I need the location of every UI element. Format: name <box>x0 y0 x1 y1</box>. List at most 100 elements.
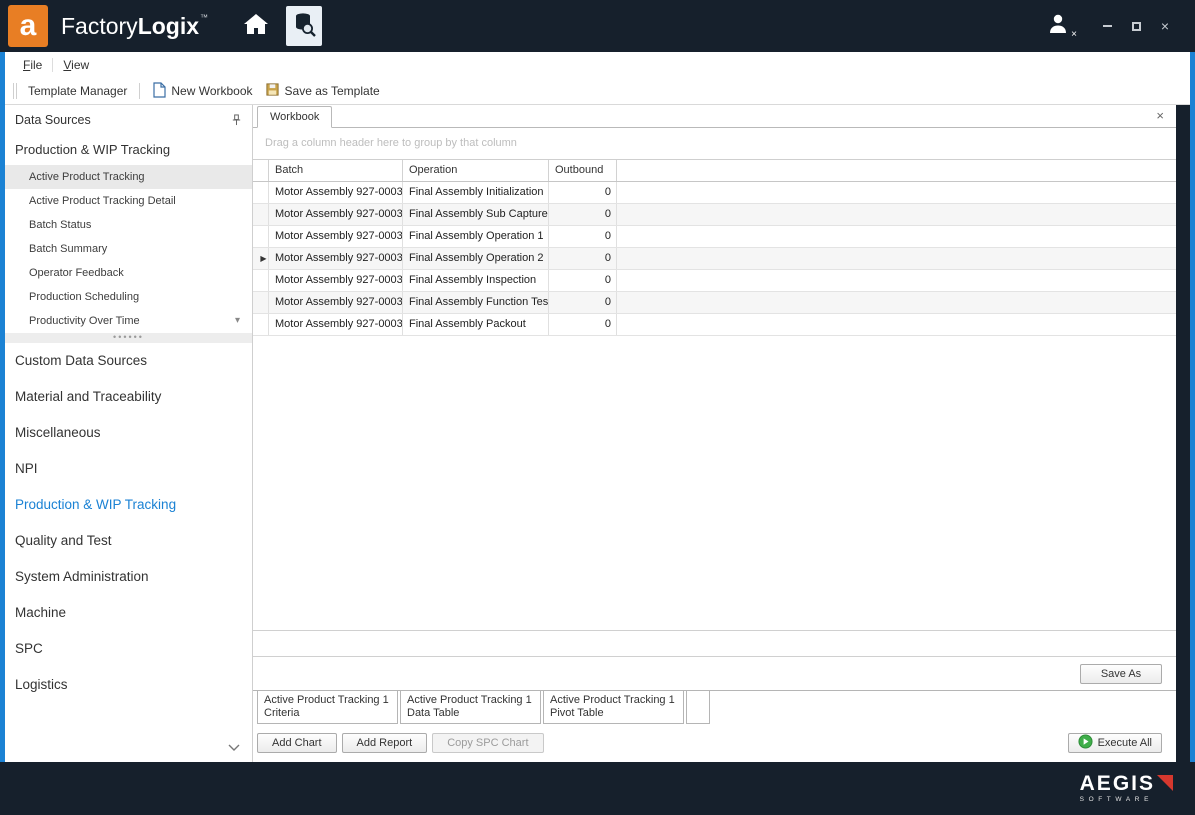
execute-all-button[interactable]: Execute All <box>1068 733 1162 753</box>
titlebar: a FactoryLogix™ × <box>0 0 1195 52</box>
category-material-traceability[interactable]: Material and Traceability <box>5 379 252 415</box>
cell-operation: Final Assembly Inspection <box>403 270 549 291</box>
add-report-button[interactable]: Add Report <box>342 733 428 753</box>
minimize-icon <box>1103 25 1112 27</box>
add-chart-button[interactable]: Add Chart <box>257 733 337 753</box>
tree-item-label: Batch Summary <box>29 243 107 255</box>
toolbar-separator <box>139 83 140 99</box>
new-workbook-label: New Workbook <box>171 84 252 98</box>
table-row[interactable]: Motor Assembly 927-0003 Final Assembly I… <box>253 270 1176 292</box>
tab-stub[interactable] <box>686 691 710 724</box>
aegis-logo: AEGIS SOFTWARE <box>1080 774 1173 803</box>
column-header-outbound[interactable]: Outbound <box>549 160 617 181</box>
table-row[interactable]: Motor Assembly 927-0003 Final Assembly P… <box>253 314 1176 336</box>
menubar: File View <box>5 52 1190 78</box>
row-indicator-header <box>253 160 269 181</box>
category-miscellaneous[interactable]: Miscellaneous <box>5 415 252 451</box>
app-window: a FactoryLogix™ × <box>0 0 1195 815</box>
category-spc[interactable]: SPC <box>5 631 252 667</box>
cell-outbound: 0 <box>549 292 617 313</box>
tab-workbook[interactable]: Workbook <box>257 106 332 128</box>
cell-operation: Final Assembly Operation 1 <box>403 226 549 247</box>
category-system-administration[interactable]: System Administration <box>5 559 252 595</box>
tree-item-production-scheduling[interactable]: Production Scheduling <box>5 285 252 309</box>
tab-criteria-line1: Active Product Tracking 1 <box>264 694 391 707</box>
maximize-icon <box>1132 22 1141 31</box>
new-workbook-button[interactable]: New Workbook <box>146 80 258 103</box>
save-as-template-button[interactable]: Save as Template <box>259 80 386 102</box>
table-row[interactable]: Motor Assembly 927-0003 Final Assembly S… <box>253 204 1176 226</box>
grid-empty-area <box>253 336 1176 630</box>
cell-outbound: 0 <box>549 204 617 225</box>
aegis-arrow-icon <box>1157 775 1173 791</box>
tree-item-label: Productivity Over Time <box>29 315 140 327</box>
menu-file[interactable]: File <box>17 56 48 74</box>
column-header-batch[interactable]: Batch <box>269 160 403 181</box>
tree-item-active-product-tracking-detail[interactable]: Active Product Tracking Detail <box>5 189 252 213</box>
tab-data-table[interactable]: Active Product Tracking 1 Data Table <box>400 691 541 724</box>
row-indicator-cell <box>253 182 269 203</box>
cell-batch: Motor Assembly 927-0003 <box>269 314 403 335</box>
save-as-template-label: Save as Template <box>285 84 380 98</box>
row-indicator-cell <box>253 270 269 291</box>
tree-item-label: Batch Status <box>29 219 91 231</box>
user-icon <box>1047 12 1071 41</box>
menu-view[interactable]: View <box>57 56 95 74</box>
new-workbook-icon <box>152 82 166 101</box>
category-npi[interactable]: NPI <box>5 451 252 487</box>
table-row[interactable]: Motor Assembly 927-0003 Final Assembly I… <box>253 182 1176 204</box>
cell-batch: Motor Assembly 927-0003 <box>269 204 403 225</box>
tree-item-operator-feedback[interactable]: Operator Feedback <box>5 261 252 285</box>
cell-operation: Final Assembly Initialization <box>403 182 549 203</box>
row-indicator-cell: ▶ <box>253 248 269 269</box>
window-controls: × <box>1101 20 1171 32</box>
brand-part2: Logix <box>138 13 199 39</box>
table-row[interactable]: Motor Assembly 927-0003 Final Assembly F… <box>253 292 1176 314</box>
category-machine[interactable]: Machine <box>5 595 252 631</box>
pin-icon[interactable] <box>231 114 242 126</box>
close-window-button[interactable]: × <box>1159 20 1171 32</box>
tree-item-productivity-over-time[interactable]: Productivity Over Time ▾ <box>5 309 252 333</box>
tree-item-label: Production Scheduling <box>29 291 139 303</box>
tab-criteria[interactable]: Active Product Tracking 1 Criteria <box>257 691 398 724</box>
tree-item-active-product-tracking[interactable]: Active Product Tracking <box>5 165 252 189</box>
save-as-row: Save As <box>253 657 1176 690</box>
template-manager-label: Template Manager <box>28 84 127 98</box>
data-explorer-button[interactable] <box>286 6 322 46</box>
workbook-tabstrip: Workbook × <box>253 105 1176 128</box>
tree-item-label: Active Product Tracking Detail <box>29 195 176 207</box>
footer-bar: AEGIS SOFTWARE <box>0 762 1195 815</box>
category-production-wip-tracking[interactable]: Production & WIP Tracking <box>5 487 252 523</box>
toolbar-grip <box>13 83 17 99</box>
home-button[interactable] <box>238 8 274 44</box>
grid-header: Batch Operation Outbound <box>253 160 1176 182</box>
app-logo: a <box>8 5 48 47</box>
chevron-down-icon[interactable]: ▾ <box>235 309 240 333</box>
cell-batch: Motor Assembly 927-0003 <box>269 270 403 291</box>
cell-outbound: 0 <box>549 270 617 291</box>
logout-user-button[interactable]: × <box>1043 11 1075 41</box>
template-manager-button[interactable]: Template Manager <box>22 82 133 100</box>
maximize-button[interactable] <box>1130 20 1142 32</box>
row-indicator-cell <box>253 226 269 247</box>
category-custom-data-sources[interactable]: Custom Data Sources <box>5 343 252 379</box>
data-sources-title: Data Sources <box>15 113 91 127</box>
category-logistics[interactable]: Logistics <box>5 667 252 703</box>
table-row-selected[interactable]: ▶ Motor Assembly 927-0003 Final Assembly… <box>253 248 1176 270</box>
tab-pivot-table[interactable]: Active Product Tracking 1 Pivot Table <box>543 691 684 724</box>
tree-item-batch-summary[interactable]: Batch Summary <box>5 237 252 261</box>
minimize-button[interactable] <box>1101 20 1113 32</box>
close-workbook-icon[interactable]: × <box>1156 109 1164 122</box>
tree-item-batch-status[interactable]: Batch Status <box>5 213 252 237</box>
row-indicator-cell <box>253 292 269 313</box>
category-quality-and-test[interactable]: Quality and Test <box>5 523 252 559</box>
tree-section-production-wip[interactable]: Production & WIP Tracking <box>5 135 252 165</box>
data-sources-panel: Data Sources Production & WIP Tracking A… <box>5 105 253 762</box>
save-as-button[interactable]: Save As <box>1080 664 1162 684</box>
sidebar-scroll-chevron-icon[interactable] <box>228 744 240 752</box>
sidebar-splitter[interactable]: •••••• <box>5 333 252 343</box>
tab-pivot-table-line2: Pivot Table <box>550 707 677 720</box>
column-header-operation[interactable]: Operation <box>403 160 549 181</box>
table-row[interactable]: Motor Assembly 927-0003 Final Assembly O… <box>253 226 1176 248</box>
copy-spc-chart-button: Copy SPC Chart <box>432 733 543 753</box>
